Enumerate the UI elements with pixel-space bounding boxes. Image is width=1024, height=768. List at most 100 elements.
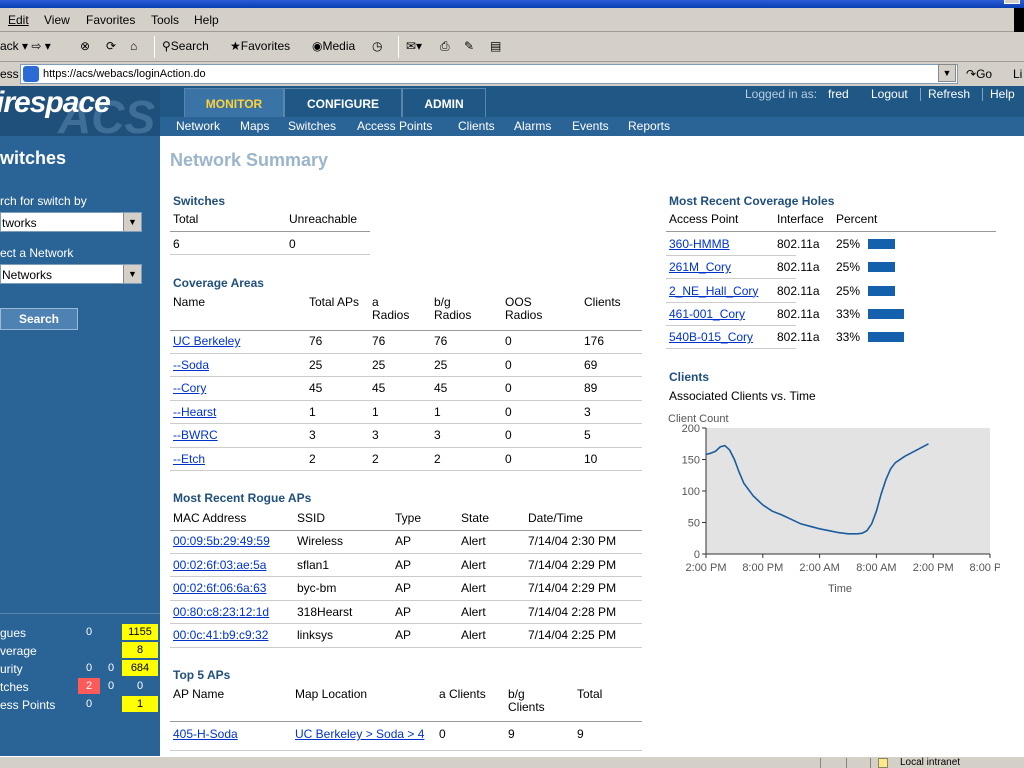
coverage-cell-link[interactable]: --Hearst — [173, 405, 216, 419]
alarm-row-switches[interactable]: tches 2 0 0 — [0, 678, 160, 696]
address-url[interactable]: https://acs/webacs/loginAction.do — [43, 68, 206, 80]
menu-favorites[interactable]: Favorites — [86, 13, 135, 27]
mail-icon[interactable]: ✉▾ — [406, 39, 422, 53]
critical-count[interactable]: 0 — [78, 624, 100, 640]
rogue-cell[interactable]: 00:09:5b:29:49:59 — [173, 535, 270, 548]
print-icon[interactable]: ⎙ — [440, 39, 450, 54]
tab-configure[interactable]: CONFIGURE — [284, 88, 402, 118]
back-button[interactable]: ack ▾ ⇨ ▾ — [0, 39, 51, 53]
coverage-hole-ap-link[interactable]: 261M_Cory — [669, 260, 731, 274]
coverage-cell-link[interactable]: --Cory — [173, 381, 206, 395]
search-by-select[interactable]: tworks ▼ — [0, 212, 142, 232]
major-count[interactable]: 0 — [100, 660, 122, 676]
menu-help[interactable]: Help — [194, 13, 219, 27]
rogue-cell[interactable]: 00:80:c8:23:12:1d — [173, 605, 269, 619]
coverage-hole-ap[interactable]: 2_NE_Hall_Cory — [669, 284, 758, 298]
subnav-switches[interactable]: Switches — [288, 119, 336, 133]
coverage-cell[interactable]: UC Berkeley — [173, 335, 240, 348]
refresh-icon[interactable]: ⟳ — [106, 39, 116, 53]
minor-count[interactable]: 1 — [122, 696, 158, 712]
subnav-events[interactable]: Events — [572, 119, 609, 133]
subnav-alarms[interactable]: Alarms — [514, 119, 551, 133]
menu-tools[interactable]: Tools — [151, 13, 179, 27]
rogue-cell: Alert — [461, 557, 486, 572]
rogue-cell[interactable]: 00:0c:41:b9:c9:32 — [173, 629, 268, 642]
alarm-row-security[interactable]: urity 0 0 684 — [0, 660, 160, 678]
top-ap-cell-link[interactable]: 405-H-Soda — [173, 727, 238, 741]
coverage-hole-ap-link[interactable]: 2_NE_Hall_Cory — [669, 284, 758, 298]
search-button[interactable]: Search — [0, 308, 78, 330]
tab-monitor[interactable]: MONITOR — [184, 88, 284, 118]
minor-count[interactable]: 0 — [122, 678, 158, 694]
major-count[interactable] — [100, 624, 122, 640]
subnav-reports[interactable]: Reports — [628, 119, 670, 133]
refresh-link[interactable]: Refresh — [928, 87, 970, 101]
coverage-cell[interactable]: --Soda — [173, 358, 209, 372]
tab-admin[interactable]: ADMIN — [402, 88, 486, 118]
search-button[interactable]: ⚲Search — [162, 39, 209, 53]
rogue-cell-link[interactable]: 00:09:5b:29:49:59 — [173, 534, 270, 548]
major-count[interactable]: 0 — [100, 678, 122, 694]
coverage-hole-ap-link[interactable]: 360-HMMB — [669, 237, 730, 251]
rogue-cell-link[interactable]: 00:0c:41:b9:c9:32 — [173, 628, 268, 642]
row-divider — [170, 423, 642, 424]
coverage-hole-ap[interactable]: 261M_Cory — [669, 260, 731, 274]
rogue-cell-link[interactable]: 00:02:6f:03:ae:5a — [173, 558, 266, 572]
coverage-cell[interactable]: --Etch — [173, 452, 205, 466]
chevron-down-icon[interactable]: ▼ — [123, 265, 141, 283]
favorites-button[interactable]: ★Favorites — [230, 39, 290, 53]
top-ap-cell-link[interactable]: UC Berkeley > Soda > 4 — [295, 727, 424, 741]
top-ap-cell[interactable]: UC Berkeley > Soda > 4 — [295, 728, 424, 741]
coverage-hole-ap[interactable]: 360-HMMB — [669, 237, 730, 251]
edit-icon[interactable]: ✎ — [464, 39, 474, 53]
address-input[interactable]: https://acs/webacs/loginAction.do — [20, 64, 958, 84]
minor-count[interactable]: 8 — [122, 642, 158, 658]
alarm-name: urity — [0, 662, 23, 676]
history-icon[interactable]: ◷ — [372, 39, 382, 53]
coverage-hole-ap-link[interactable]: 540B-015_Cory — [669, 330, 753, 344]
coverage-cell-link[interactable]: --Soda — [173, 358, 209, 372]
menu-edit[interactable]: Edit — [8, 13, 29, 27]
alarm-row-access-points[interactable]: ess Points 0 1 — [0, 696, 160, 714]
window-titlebar — [0, 0, 1024, 8]
rogue-cell[interactable]: 00:02:6f:06:6a:63 — [173, 582, 266, 595]
minor-count[interactable]: 1155 — [122, 624, 158, 640]
critical-count[interactable]: 0 — [78, 696, 100, 712]
critical-count[interactable]: 2 — [78, 678, 100, 694]
top-ap-cell[interactable]: 405-H-Soda — [173, 728, 238, 741]
coverage-hole-ap[interactable]: 461-001_Cory — [669, 307, 745, 321]
y-tick-label: 50 — [688, 518, 700, 530]
rogue-cell-link[interactable]: 00:02:6f:06:6a:63 — [173, 581, 266, 595]
coverage-hole-ap[interactable]: 540B-015_Cory — [669, 330, 753, 344]
logout-link[interactable]: Logout — [871, 87, 908, 101]
go-button[interactable]: ↷Go — [966, 67, 992, 81]
address-dropdown-icon[interactable]: ▼ — [938, 64, 956, 82]
stop-icon[interactable]: ⊗ — [80, 39, 90, 53]
menu-view[interactable]: View — [44, 13, 70, 27]
coverage-cell[interactable]: --BWRC — [173, 429, 218, 442]
coverage-cell[interactable]: --Hearst — [173, 405, 216, 419]
media-button[interactable]: ◉Media — [312, 39, 355, 53]
coverage-hole-ap-link[interactable]: 461-001_Cory — [669, 307, 745, 321]
subnav-access-points[interactable]: Access Points — [357, 119, 432, 133]
network-select[interactable]: Networks ▼ — [0, 264, 142, 284]
coverage-cell[interactable]: --Cory — [173, 382, 206, 395]
critical-count[interactable]: 0 — [78, 660, 100, 676]
home-icon[interactable]: ⌂ — [130, 39, 137, 53]
chevron-down-icon[interactable]: ▼ — [123, 213, 141, 231]
rogue-cell-link[interactable]: 00:80:c8:23:12:1d — [173, 605, 269, 619]
alarm-row-rogues[interactable]: gues 0 1155 — [0, 624, 160, 642]
coverage-cell-link[interactable]: --Etch — [173, 452, 205, 466]
window-close-icon[interactable] — [1004, 0, 1020, 4]
subnav-clients[interactable]: Clients — [458, 119, 495, 133]
subnav-maps[interactable]: Maps — [240, 119, 269, 133]
minor-count[interactable]: 684 — [122, 660, 158, 676]
subnav-network[interactable]: Network — [176, 119, 220, 133]
links-toolbar[interactable]: Li — [1013, 67, 1022, 81]
alarm-row-coverage[interactable]: verage 8 — [0, 642, 160, 660]
discuss-icon[interactable]: ▤ — [490, 39, 501, 53]
coverage-cell-link[interactable]: --BWRC — [173, 428, 218, 442]
rogue-cell[interactable]: 00:02:6f:03:ae:5a — [173, 558, 266, 572]
coverage-cell-link[interactable]: UC Berkeley — [173, 334, 240, 348]
help-link[interactable]: Help — [990, 87, 1015, 101]
